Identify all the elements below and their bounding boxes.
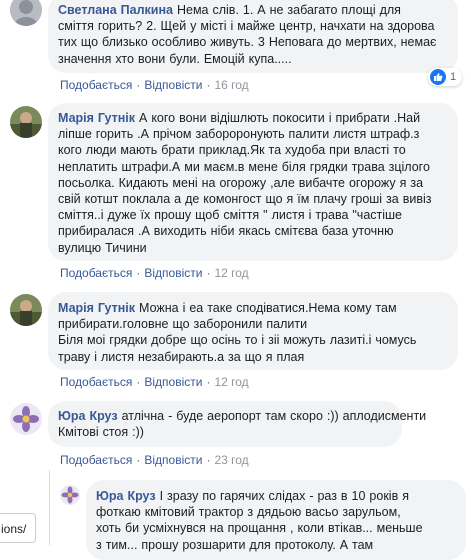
- comment-text: фоткаю кмітовий трактор з дядьою васьо з…: [96, 505, 401, 520]
- reply-comment: Юра Круз І зразу по гарячих слідах - раз …: [0, 0, 471, 560]
- comment-bubble: Юра Круз І зразу по гарячих слідах - раз …: [86, 480, 466, 560]
- avatar[interactable]: [60, 485, 80, 505]
- side-panel-tab[interactable]: ions/: [0, 513, 36, 543]
- comment-text: І зразу по гарячих слідах - раз в 10 рок…: [159, 489, 409, 503]
- comment-text: хоть би усміхнувся на прощання , коли вт…: [96, 521, 423, 536]
- comment-author[interactable]: Юра Круз: [96, 489, 156, 503]
- flower-avatar-icon: [60, 485, 80, 505]
